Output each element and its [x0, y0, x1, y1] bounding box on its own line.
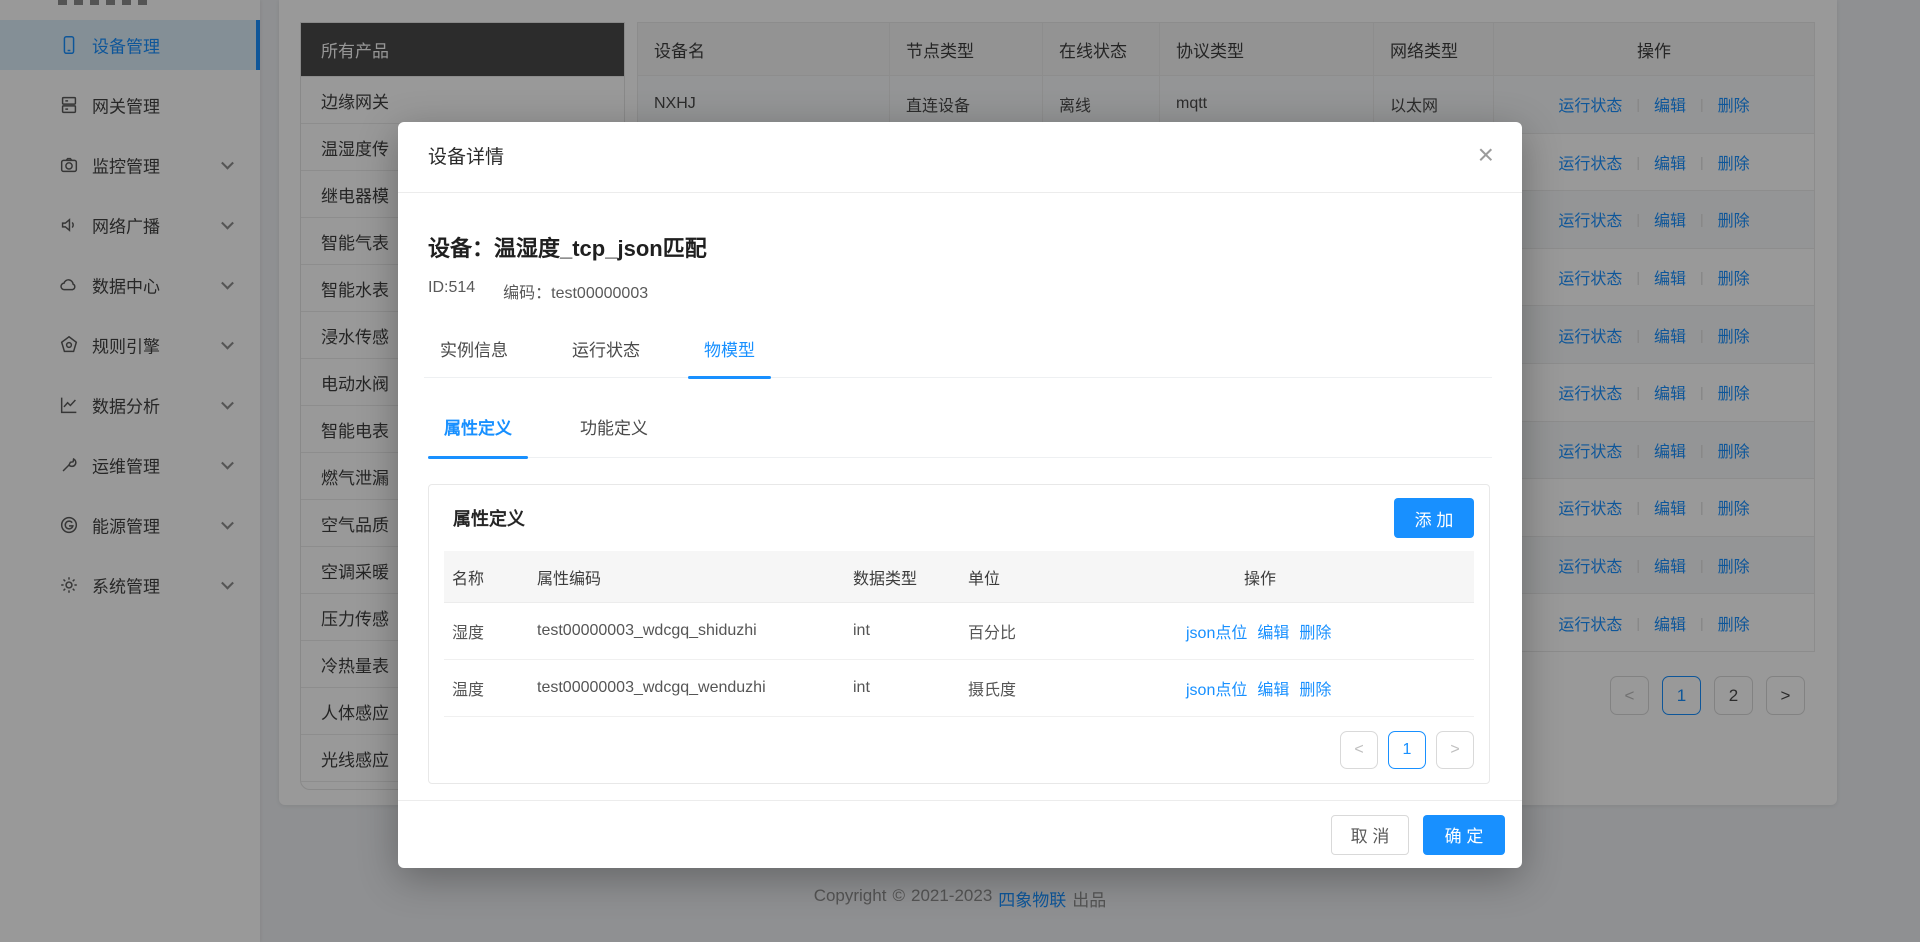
col-header-data-type: 数据类型 [845, 565, 960, 589]
attr-actions-cell: json点位 编辑 删除 [1178, 676, 1474, 700]
attribute-row: 湿度 test00000003_wdcgq_shiduzhi int 百分比 j… [444, 603, 1474, 660]
attribute-card-title: 属性定义 [453, 505, 525, 531]
device-title: 设备：温湿度_tcp_json匹配 [428, 231, 707, 263]
cancel-button[interactable]: 取 消 [1331, 815, 1409, 855]
subtab-attribute-definition[interactable]: 属性定义 [428, 396, 528, 457]
device-code: 编码：test00000003 [503, 279, 648, 303]
col-header-unit: 单位 [960, 565, 1178, 589]
attr-type-cell: int [845, 622, 960, 640]
pagination-next-button[interactable]: > [1436, 731, 1474, 769]
edit-link[interactable]: 编辑 [1257, 676, 1289, 700]
tab-instance-info[interactable]: 实例信息 [424, 320, 524, 377]
attribute-row: 温度 test00000003_wdcgq_wenduzhi int 摄氏度 j… [444, 660, 1474, 717]
modal-title: 设备详情 [428, 122, 504, 193]
attr-name-cell: 温度 [444, 676, 529, 700]
attr-unit-cell: 百分比 [960, 619, 1178, 643]
col-header-actions: 操作 [1178, 565, 1474, 589]
close-icon[interactable]: × [1478, 138, 1494, 172]
attribute-table-header: 名称 属性编码 数据类型 单位 操作 [444, 551, 1474, 603]
json-point-link[interactable]: json点位 [1186, 676, 1247, 700]
tab-run-status[interactable]: 运行状态 [556, 320, 656, 377]
device-detail-modal: 设备详情 × 设备：温湿度_tcp_json匹配 ID:514 编码：test0… [398, 122, 1522, 868]
modal-subtabs: 属性定义 功能定义 [428, 396, 1492, 458]
attr-type-cell: int [845, 679, 960, 697]
delete-link[interactable]: 删除 [1299, 676, 1331, 700]
attr-actions-cell: json点位 编辑 删除 [1178, 619, 1474, 643]
attr-name-cell: 湿度 [444, 619, 529, 643]
pagination-page-1[interactable]: 1 [1388, 731, 1426, 769]
add-button[interactable]: 添 加 [1394, 498, 1474, 538]
confirm-button[interactable]: 确 定 [1423, 815, 1505, 855]
modal-tabs: 实例信息 运行状态 物模型 [424, 320, 1492, 378]
device-meta: ID:514 编码：test00000003 [428, 279, 648, 303]
subtab-function-definition[interactable]: 功能定义 [564, 396, 664, 457]
attribute-table-body: 湿度 test00000003_wdcgq_shiduzhi int 百分比 j… [444, 603, 1474, 717]
col-header-name: 名称 [444, 565, 529, 589]
device-id: ID:514 [428, 279, 475, 303]
attr-code-cell: test00000003_wdcgq_shiduzhi [529, 622, 845, 640]
attribute-card-header: 属性定义 添 加 [429, 485, 1489, 551]
edit-link[interactable]: 编辑 [1257, 619, 1289, 643]
delete-link[interactable]: 删除 [1299, 619, 1331, 643]
pagination-prev-button[interactable]: < [1340, 731, 1378, 769]
attribute-table: 名称 属性编码 数据类型 单位 操作 湿度 test00000003_wdcgq… [444, 551, 1474, 717]
attribute-card: 属性定义 添 加 名称 属性编码 数据类型 单位 操作 湿度 test00000… [428, 484, 1490, 784]
attr-unit-cell: 摄氏度 [960, 676, 1178, 700]
col-header-code: 属性编码 [529, 565, 845, 589]
modal-header: 设备详情 × [398, 122, 1522, 193]
modal-footer: 取 消 确 定 [398, 800, 1522, 868]
tab-thing-model[interactable]: 物模型 [688, 320, 771, 377]
attr-code-cell: test00000003_wdcgq_wenduzhi [529, 679, 845, 697]
json-point-link[interactable]: json点位 [1186, 619, 1247, 643]
attribute-pagination: < 1 > [429, 731, 1474, 769]
